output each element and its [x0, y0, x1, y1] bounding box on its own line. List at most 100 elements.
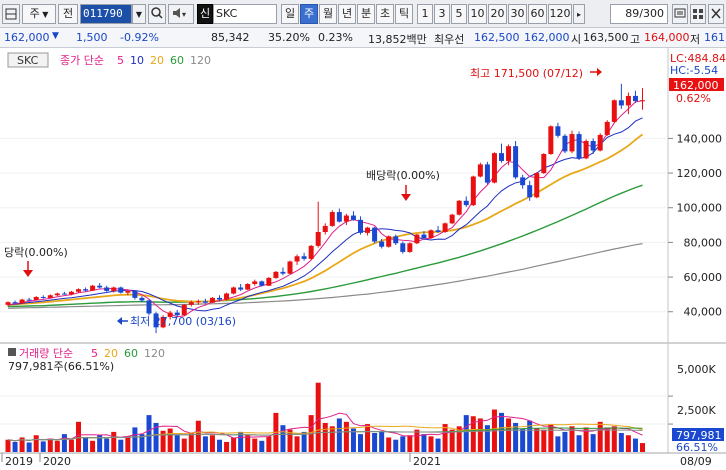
- dividend-annotation-1-label: 배당락(0.00%): [366, 169, 440, 182]
- tab-period-week[interactable]: 주: [300, 4, 318, 24]
- volume-bar: [266, 436, 272, 452]
- quote-high: 164,000: [644, 31, 690, 44]
- tab-unit-60-label: 60: [530, 7, 545, 20]
- grid-button[interactable]: [690, 4, 706, 24]
- tab-unit-5-label: 5: [455, 7, 463, 20]
- chart-area[interactable]: 40,000 60,000 80,000 100,000 120,000 140,000 …: [0, 48, 726, 470]
- tab-period-month[interactable]: 월: [319, 4, 337, 24]
- volume-header-marker: [8, 348, 16, 356]
- tab-period-minute[interactable]: 분: [357, 4, 375, 24]
- quote-low-label: 저: [690, 33, 701, 46]
- search-button[interactable]: [148, 4, 166, 24]
- dividend-annotation-2-label: 당락(0.00%): [4, 246, 68, 259]
- candle-up: [188, 302, 194, 305]
- tab-period-week-label: 주: [303, 7, 315, 20]
- speaker-button[interactable]: ▾: [168, 4, 194, 24]
- tab-unit-5[interactable]: 5: [451, 4, 467, 24]
- candle-up: [231, 287, 237, 294]
- candle-up: [111, 287, 117, 291]
- candle-down: [421, 234, 427, 239]
- quote-high-label: 고: [630, 33, 641, 46]
- tools-icon: [711, 8, 721, 19]
- candle-up: [19, 299, 25, 304]
- tools-button[interactable]: [708, 4, 724, 24]
- candle-up: [287, 261, 293, 274]
- volume-bar: [597, 421, 603, 452]
- volume-bar: [604, 427, 610, 452]
- quote-best-ask: 162,500: [474, 31, 520, 44]
- volume-bar: [33, 435, 39, 452]
- prev-button-label: 전: [62, 7, 74, 20]
- x-label-2020: 2020: [43, 455, 71, 468]
- candle-down: [358, 219, 363, 233]
- x-label-2021: 2021: [413, 455, 441, 468]
- candle-down: [132, 290, 138, 298]
- volume-ma-legend-120: 120: [144, 347, 165, 360]
- tab-unit-1[interactable]: 1: [417, 4, 433, 24]
- tab-unit-3[interactable]: 3: [434, 4, 450, 24]
- candle-down: [520, 177, 526, 186]
- hc-label: HC:-5.54: [670, 64, 718, 77]
- volume-bar: [280, 425, 286, 452]
- volume-bar: [167, 428, 173, 452]
- volume-bar: [26, 442, 32, 452]
- candle-down: [104, 287, 110, 291]
- volume-bar: [618, 433, 624, 452]
- tab-unit-60[interactable]: 60: [528, 4, 547, 24]
- candle-down: [238, 287, 244, 290]
- candle-up: [315, 232, 321, 246]
- candle-down: [632, 95, 638, 102]
- volume-bar: [428, 436, 434, 452]
- volume-bar: [40, 441, 46, 452]
- quote-best-ask-label: 최우선: [434, 33, 465, 46]
- volume-bar: [231, 437, 237, 452]
- candle-down: [26, 299, 32, 301]
- chevron-down-icon: ▼: [39, 10, 49, 19]
- code-dropdown-button[interactable]: ▼: [132, 4, 146, 24]
- tab-unit-20[interactable]: 20: [488, 4, 507, 24]
- volume-tick-5000k: 5,000K: [677, 363, 716, 376]
- candle-down: [139, 297, 145, 301]
- chart-canvas[interactable]: 40,00060,00080,000100,000120,000140,000 …: [0, 48, 726, 470]
- candle-up: [442, 223, 448, 232]
- candle-up: [47, 295, 53, 298]
- volume-bar: [68, 439, 74, 452]
- chart-type-icon[interactable]: [2, 4, 20, 24]
- candle-up: [625, 95, 631, 106]
- ma-legend-10: 10: [130, 54, 144, 67]
- tab-unit-120[interactable]: 120: [548, 4, 572, 24]
- code-tag-label: SKC: [17, 54, 39, 67]
- search-icon: [151, 7, 163, 19]
- volume-grid: [0, 395, 673, 425]
- tab-unit-30[interactable]: 30: [508, 4, 527, 24]
- tab-unit-3-label: 3: [438, 7, 446, 20]
- period-select[interactable]: 주 ▼: [22, 4, 56, 24]
- candle-up: [266, 277, 272, 286]
- prev-button[interactable]: 전: [58, 4, 78, 24]
- volume-bar: [372, 433, 378, 452]
- candle-up: [470, 176, 476, 206]
- volume-bar: [393, 439, 399, 452]
- candle-down: [372, 227, 378, 242]
- tab-period-year[interactable]: 년: [338, 4, 356, 24]
- settings-button[interactable]: [672, 4, 688, 24]
- page-counter-field[interactable]: 89/300: [610, 4, 668, 24]
- volume-bar: [365, 424, 371, 452]
- current-price-tag: 162,000: [673, 79, 719, 92]
- volume-bar: [506, 418, 512, 452]
- tab-period-tick[interactable]: 틱: [395, 4, 413, 24]
- volume-bar: [358, 434, 363, 452]
- tab-period-tick-label: 틱: [398, 7, 410, 20]
- tab-unit-dropdown[interactable]: ▸: [573, 4, 585, 24]
- candle-up: [365, 227, 371, 233]
- volume-bar: [421, 434, 427, 452]
- stock-code-input[interactable]: 011790: [80, 4, 132, 24]
- volume-bar: [555, 436, 561, 452]
- volume-bar: [407, 435, 413, 452]
- tab-unit-10[interactable]: 10: [468, 4, 487, 24]
- candle-down: [513, 146, 519, 178]
- tab-period-second[interactable]: 초: [376, 4, 394, 24]
- tab-period-day[interactable]: 일: [281, 4, 299, 24]
- candle-up: [534, 173, 540, 198]
- stock-name-field[interactable]: SKC: [213, 4, 277, 24]
